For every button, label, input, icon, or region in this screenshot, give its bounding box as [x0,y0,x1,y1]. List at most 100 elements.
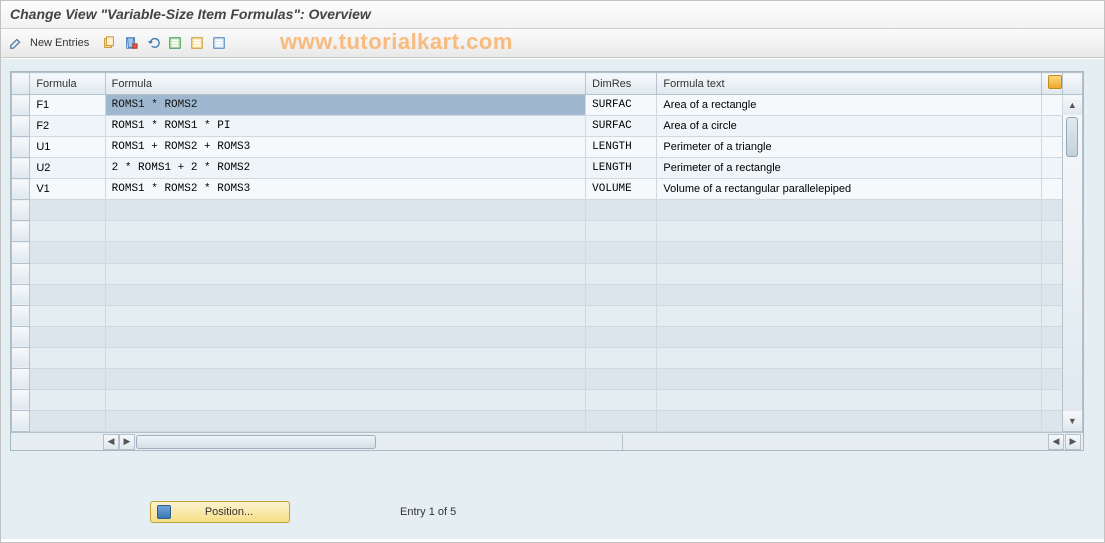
cell-formula-text[interactable]: Volume of a rectangular parallelepiped [657,179,1042,200]
cell-formula[interactable]: ROMS1 * ROMS1 * PI [105,116,586,137]
row-selector[interactable] [12,305,30,326]
vscroll-up-icon[interactable]: ▲ [1063,95,1082,115]
row-selector[interactable] [12,137,30,158]
cell-formula-key[interactable] [30,347,105,368]
row-selector[interactable] [12,200,30,221]
table-row[interactable] [12,347,1083,368]
cell-dimres[interactable] [586,326,657,347]
row-selector[interactable] [12,263,30,284]
row-selector[interactable] [12,242,30,263]
cell-dimres[interactable] [586,410,657,431]
table-row[interactable] [12,200,1083,221]
cell-formula-text[interactable] [657,389,1042,410]
row-selector[interactable] [12,347,30,368]
copy-as-icon[interactable] [99,33,119,53]
cell-formula[interactable] [105,242,586,263]
cell-formula-text[interactable] [657,410,1042,431]
column-header-formula-text[interactable]: Formula text [657,73,1042,95]
cell-formula-key[interactable] [30,221,105,242]
table-row[interactable] [12,242,1083,263]
table-row[interactable] [12,263,1083,284]
cell-formula-text[interactable]: Area of a rectangle [657,95,1042,116]
cell-dimres[interactable]: SURFAC [586,116,657,137]
new-entries-button[interactable]: New Entries [28,37,97,49]
table-row[interactable]: U1ROMS1 + ROMS2 + ROMS3LENGTHPerimeter o… [12,137,1083,158]
deselect-all-icon[interactable] [209,33,229,53]
cell-formula-key[interactable] [30,368,105,389]
cell-formula[interactable] [105,410,586,431]
cell-formula[interactable] [105,200,586,221]
cell-formula-text[interactable] [657,284,1042,305]
cell-formula[interactable] [105,263,586,284]
cell-formula-text[interactable] [657,347,1042,368]
table-row[interactable]: F1ROMS1 * ROMS2SURFACArea of a rectangle… [12,95,1083,116]
cell-formula[interactable]: 2 * ROMS1 + 2 * ROMS2 [105,158,586,179]
cell-formula-text[interactable]: Perimeter of a rectangle [657,158,1042,179]
select-all-icon[interactable] [165,33,185,53]
cell-dimres[interactable] [586,389,657,410]
column-header-dimres[interactable]: DimRes [586,73,657,95]
cell-formula[interactable] [105,305,586,326]
position-button[interactable]: Position... [150,501,290,523]
select-block-icon[interactable] [187,33,207,53]
cell-formula-text[interactable] [657,242,1042,263]
table-row[interactable] [12,305,1083,326]
cell-formula-key[interactable] [30,263,105,284]
table-row[interactable] [12,221,1083,242]
row-selector[interactable] [12,410,30,431]
cell-formula-text[interactable]: Area of a circle [657,116,1042,137]
cell-dimres[interactable] [586,368,657,389]
cell-formula-key[interactable]: F2 [30,116,105,137]
row-selector[interactable] [12,95,30,116]
table-row[interactable] [12,284,1083,305]
toggle-display-change-icon[interactable] [6,33,26,53]
cell-dimres[interactable] [586,242,657,263]
table-row[interactable] [12,410,1083,431]
cell-formula[interactable] [105,221,586,242]
cell-formula[interactable]: ROMS1 + ROMS2 + ROMS3 [105,137,586,158]
cell-dimres[interactable]: LENGTH [586,158,657,179]
cell-dimres[interactable] [586,200,657,221]
row-selector[interactable] [12,389,30,410]
cell-formula[interactable]: ROMS1 * ROMS2 [105,95,586,116]
cell-formula[interactable] [105,284,586,305]
table-row[interactable] [12,326,1083,347]
column-header-selector[interactable] [12,73,30,95]
cell-formula[interactable] [105,347,586,368]
row-selector[interactable] [12,179,30,200]
row-selector[interactable] [12,326,30,347]
table-row[interactable] [12,368,1083,389]
cell-formula-key[interactable]: U1 [30,137,105,158]
vscroll-down-icon[interactable]: ▼ [1063,411,1082,431]
row-selector[interactable] [12,158,30,179]
cell-formula-key[interactable] [30,305,105,326]
cell-dimres[interactable]: SURFAC [586,95,657,116]
cell-formula-text[interactable] [657,200,1042,221]
hscroll-left-icon[interactable]: ◀ [103,434,119,450]
cell-formula-key[interactable] [30,326,105,347]
cell-dimres[interactable] [586,284,657,305]
row-selector[interactable] [12,116,30,137]
cell-formula[interactable] [105,389,586,410]
cell-dimres[interactable] [586,305,657,326]
cell-dimres[interactable]: LENGTH [586,137,657,158]
cell-formula[interactable] [105,326,586,347]
delete-icon[interactable] [121,33,141,53]
cell-formula-text[interactable]: Perimeter of a triangle [657,137,1042,158]
vscroll-thumb[interactable] [1066,117,1078,157]
cell-formula-key[interactable]: F1 [30,95,105,116]
table-row[interactable]: U22 * ROMS1 + 2 * ROMS2LENGTHPerimeter o… [12,158,1083,179]
configure-columns-button[interactable] [1042,73,1062,95]
undo-change-icon[interactable] [143,33,163,53]
hscroll-right-icon-2[interactable]: ▶ [1065,434,1081,450]
column-header-formula[interactable]: Formula [105,73,586,95]
cell-formula-key[interactable]: U2 [30,158,105,179]
hscroll-thumb[interactable] [136,435,376,449]
cell-formula-key[interactable] [30,389,105,410]
cell-formula-text[interactable] [657,368,1042,389]
row-selector[interactable] [12,284,30,305]
cell-dimres[interactable] [586,221,657,242]
row-selector[interactable] [12,221,30,242]
table-row[interactable]: V1ROMS1 * ROMS2 * ROMS3VOLUMEVolume of a… [12,179,1083,200]
cell-formula-text[interactable] [657,221,1042,242]
